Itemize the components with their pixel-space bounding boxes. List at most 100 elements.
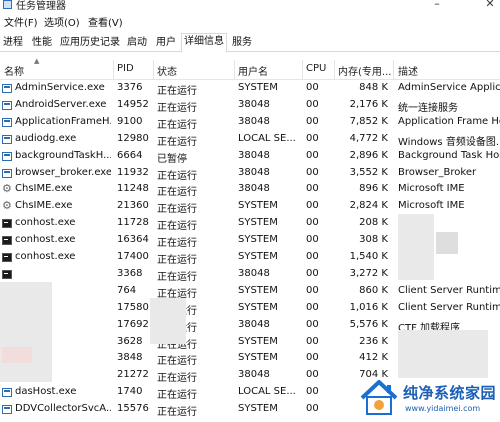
- process-cpu: 00: [306, 369, 319, 381]
- menu-file[interactable]: 文件(F): [4, 14, 38, 29]
- tab-processes[interactable]: 进程: [0, 34, 26, 52]
- column-divider[interactable]: [393, 60, 394, 80]
- column-divider[interactable]: [334, 60, 335, 80]
- minimize-icon[interactable]: –: [431, 0, 443, 10]
- process-status: 正在运行: [157, 221, 197, 233]
- blurred-region: [398, 214, 434, 280]
- menu-options[interactable]: 选项(O): [44, 14, 80, 29]
- process-name: backgroundTaskH...: [15, 149, 111, 161]
- process-pid: 3628: [117, 335, 143, 347]
- process-cpu: 00: [306, 335, 319, 347]
- process-username: 38048: [238, 318, 270, 330]
- process-username: LOCAL SE...: [238, 386, 296, 398]
- console-icon: [2, 236, 12, 246]
- process-cpu: 00: [306, 386, 319, 398]
- app-icon: [2, 134, 12, 144]
- column-header-username[interactable]: 用户名: [238, 63, 268, 78]
- tab-app-history[interactable]: 应用历史记录: [57, 34, 123, 52]
- process-cpu: 00: [306, 200, 319, 212]
- process-cpu: 00: [306, 318, 319, 330]
- column-divider[interactable]: [113, 60, 114, 80]
- process-memory: 236 K: [359, 335, 388, 347]
- process-pid: 9100: [117, 115, 143, 127]
- process-status: 正在运行: [157, 373, 197, 385]
- process-status: 正在运行: [157, 238, 197, 250]
- column-header-description[interactable]: 描述: [398, 63, 418, 78]
- process-username: 38048: [238, 149, 270, 161]
- table-row[interactable]: browser_broker.exe 11932 正在运行 38048 00 3,552 …: [0, 165, 500, 182]
- process-memory: 308 K: [359, 234, 388, 246]
- process-memory: 1,540 K: [349, 251, 388, 262]
- close-icon[interactable]: ✕: [484, 0, 496, 10]
- process-pid: 11728: [117, 217, 149, 229]
- process-username: SYSTEM: [238, 301, 278, 313]
- tab-startup[interactable]: 启动: [124, 34, 150, 52]
- column-divider[interactable]: [234, 60, 235, 80]
- column-header-memory[interactable]: 内存(专用...: [338, 63, 391, 78]
- column-divider[interactable]: [302, 60, 303, 80]
- process-username: SYSTEM: [238, 200, 278, 212]
- process-memory: 412 K: [359, 352, 388, 364]
- process-description: Client Server Runtime: [398, 301, 500, 313]
- tab-details[interactable]: 详细信息: [181, 33, 227, 53]
- table-row[interactable]: AndroidServer.exe 14952 正在运行 38048 00 2,176 K…: [0, 97, 500, 114]
- process-memory: 5,576 K: [349, 318, 388, 330]
- column-divider[interactable]: [153, 60, 154, 80]
- process-status: 正在运行: [157, 119, 197, 131]
- process-cpu: 00: [306, 166, 319, 178]
- console-icon: [2, 269, 12, 279]
- process-name: ChsIME.exe: [15, 200, 73, 212]
- process-memory: 7,852 K: [349, 115, 388, 127]
- table-row[interactable]: 17580正在运行SYSTEM001,016 KClient Server Ru…: [0, 300, 500, 317]
- process-status: 正在运行: [157, 187, 197, 199]
- column-header-name[interactable]: 名称: [4, 63, 24, 78]
- process-username: LOCAL SE...: [238, 132, 296, 144]
- tab-users[interactable]: 用户: [153, 34, 179, 52]
- watermark-title: 纯净系统家园: [403, 384, 497, 402]
- process-status: 正在运行: [157, 204, 197, 216]
- column-header-status[interactable]: 状态: [157, 63, 177, 78]
- table-row[interactable]: backgroundTaskH... 6664 已暂停 38048 00 2,896 K B…: [0, 148, 500, 165]
- table-row[interactable]: AdminService.exe 3376 正在运行 SYSTEM 00 848 K Adm…: [0, 80, 500, 97]
- process-username: 38048: [238, 267, 270, 279]
- menu-view[interactable]: 查看(V): [88, 14, 123, 29]
- process-pid: 17400: [117, 251, 149, 262]
- table-row[interactable]: ApplicationFrameH... 9100 正在运行 38048 00 7,852…: [0, 114, 500, 131]
- process-memory: 2,176 K: [349, 98, 388, 110]
- site-watermark: 纯净系统家园 www.yidaimei.com: [358, 376, 500, 422]
- process-description: Client Server Runtime: [398, 284, 500, 296]
- process-status: 正在运行: [157, 407, 197, 419]
- blurred-region: [398, 330, 488, 378]
- tab-services[interactable]: 服务: [229, 34, 255, 52]
- table-row[interactable]: audiodg.exe 12980 正在运行 LOCAL SE... 00 4,772 K…: [0, 131, 500, 148]
- process-username: SYSTEM: [238, 335, 278, 347]
- process-pid: 3376: [117, 82, 143, 93]
- table-row[interactable]: ⚙ ChsIME.exe 11248 正在运行 38048 00 896 K Microsof…: [0, 181, 500, 198]
- process-name: conhost.exe: [15, 217, 76, 229]
- title-bar: 任务管理器 – ✕: [0, 0, 500, 12]
- tab-performance[interactable]: 性能: [29, 34, 55, 52]
- process-username: SYSTEM: [238, 352, 278, 364]
- process-status: 正在运行: [157, 356, 197, 368]
- app-icon: [2, 100, 12, 110]
- app-icon: [2, 405, 12, 415]
- process-name: dasHost.exe: [15, 386, 77, 398]
- process-cpu: 00: [306, 183, 319, 195]
- column-header-cpu[interactable]: CPU: [306, 63, 326, 74]
- process-name: conhost.exe: [15, 251, 76, 262]
- process-description: Microsoft IME: [398, 183, 465, 195]
- table-row[interactable]: rss764正在运行SYSTEM00860 KClient Server Run…: [0, 283, 500, 300]
- gear-icon: ⚙: [2, 182, 12, 196]
- column-header-pid[interactable]: PID: [117, 63, 134, 74]
- process-name: ApplicationFrameH...: [15, 115, 111, 127]
- process-username: SYSTEM: [238, 403, 278, 415]
- process-pid: 1740: [117, 386, 143, 398]
- blurred-region: [2, 347, 32, 363]
- house-logo-icon: [360, 380, 398, 415]
- process-description: Application Frame Ho...: [398, 115, 500, 127]
- process-pid: 15576: [117, 403, 149, 415]
- process-username: 38048: [238, 115, 270, 127]
- process-username: SYSTEM: [238, 82, 278, 93]
- table-row[interactable]: ⚙ ChsIME.exe 21360 正在运行 SYSTEM 00 2,824 K Micro…: [0, 198, 500, 215]
- process-pid: 21360: [117, 200, 149, 212]
